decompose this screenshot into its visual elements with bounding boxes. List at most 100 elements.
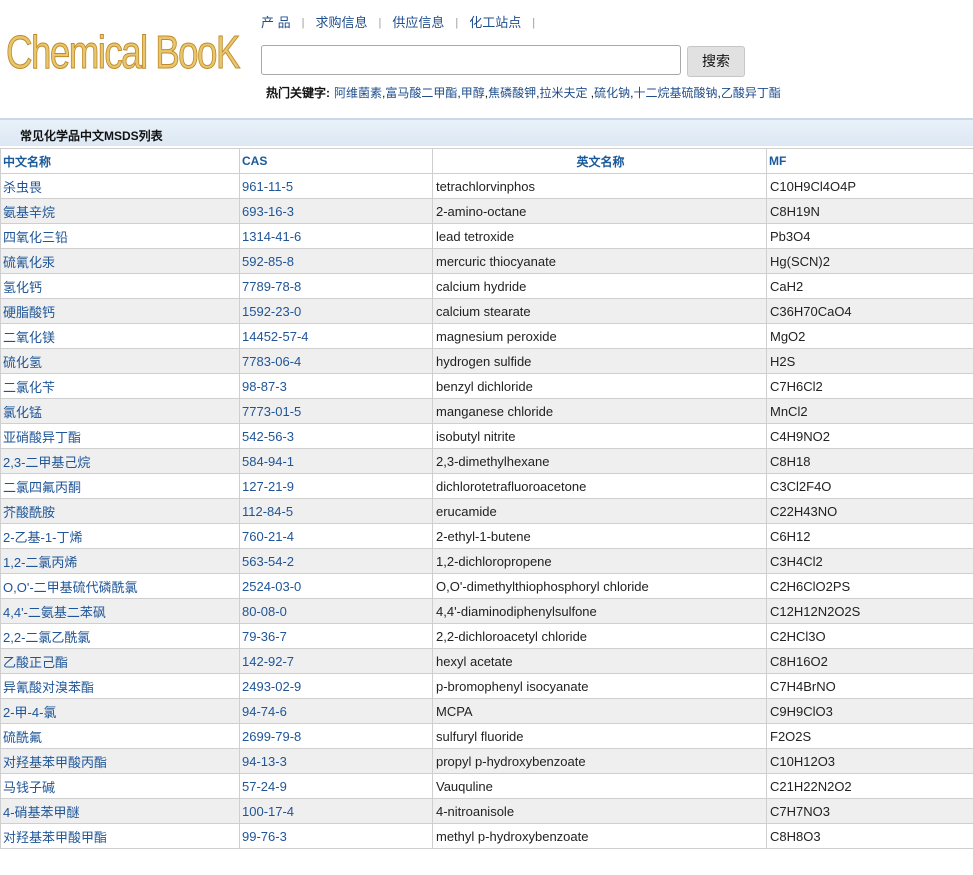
cas-cell[interactable]: 127-21-9 [239,473,433,499]
cas-cell[interactable]: 99-76-3 [239,823,433,849]
cas-cell[interactable]: 961-11-5 [239,173,433,199]
table-row: 四氧化三铅 1314-41-6 lead tetroxide Pb3O4 [0,223,973,249]
cas-cell[interactable]: 14452-57-4 [239,323,433,349]
cas-cell[interactable]: 2524-03-0 [239,573,433,599]
cas-cell[interactable]: 1314-41-6 [239,223,433,249]
cas-cell[interactable]: 563-54-2 [239,548,433,574]
mf-cell: MgO2 [766,323,973,349]
chinese-name-cell[interactable]: 硬脂酸钙 [0,298,240,324]
hot-keywords-label: 热门关键字: [266,86,330,100]
chemicalbook-logo[interactable]: Chemical BooK [6,24,241,80]
english-name-cell: 2,2-dichloroacetyl chloride [432,623,767,649]
table-row: 2,2-二氯乙酰氯 79-36-7 2,2-dichloroacetyl chlor… [0,623,973,649]
hot-keyword-link[interactable]: 十二烷基硫酸钠 [633,86,717,100]
nav-separator: | [532,17,536,29]
table-header-row: 中文名称 CAS 英文名称 MF [0,148,973,174]
chinese-name-cell[interactable]: 4,4'-二氨基二苯砜 [0,598,240,624]
table-row: O,O'-二甲基硫代磷酰氯 2524-03-0 O,O'-dimethylthiop… [0,573,973,599]
cas-cell[interactable]: 542-56-3 [239,423,433,449]
mf-cell: H2S [766,348,973,374]
cas-cell[interactable]: 94-74-6 [239,698,433,724]
english-name-cell: 4-nitroanisole [432,798,767,824]
chinese-name-cell[interactable]: 对羟基苯甲酸甲酯 [0,823,240,849]
cas-cell[interactable]: 760-21-4 [239,523,433,549]
table-row: 2-乙基-1-丁烯 760-21-4 2-ethyl-1-butene C6H12 [0,523,973,549]
cas-cell[interactable]: 1592-23-0 [239,298,433,324]
cas-cell[interactable]: 100-17-4 [239,798,433,824]
chinese-name-cell[interactable]: O,O'-二甲基硫代磷酰氯 [0,573,240,599]
chinese-name-cell[interactable]: 2-甲-4-氯 [0,698,240,724]
chinese-name-cell[interactable]: 二氯化苄 [0,373,240,399]
english-name-cell: 2,3-dimethylhexane [432,448,767,474]
site-header: Chemical BooK 产 品 | 求购信息 | 供应信息 | 化工站点 |… [0,0,973,118]
mf-cell: C8H19N [766,198,973,224]
chinese-name-cell[interactable]: 亚硝酸异丁酯 [0,423,240,449]
cas-cell[interactable]: 584-94-1 [239,448,433,474]
cas-cell[interactable]: 693-16-3 [239,198,433,224]
chinese-name-cell[interactable]: 杀虫畏 [0,173,240,199]
hot-keyword-link[interactable]: 硫化钠 [594,86,630,100]
chinese-name-cell[interactable]: 芥酸酰胺 [0,498,240,524]
chinese-name-cell[interactable]: 硫化氢 [0,348,240,374]
cas-cell[interactable]: 112-84-5 [239,498,433,524]
cas-cell[interactable]: 57-24-9 [239,773,433,799]
hot-keyword-link[interactable]: 阿维菌素 [334,86,382,100]
chinese-name-cell[interactable]: 马钱子碱 [0,773,240,799]
search-input[interactable] [261,45,681,75]
chinese-name-cell[interactable]: 异氰酸对溴苯酯 [0,673,240,699]
mf-cell: MnCl2 [766,398,973,424]
mf-cell: C12H12N2O2S [766,598,973,624]
mf-cell: C10H12O3 [766,748,973,774]
chinese-name-cell[interactable]: 四氧化三铅 [0,223,240,249]
chinese-name-cell[interactable]: 二氧化镁 [0,323,240,349]
mf-cell: Pb3O4 [766,223,973,249]
chinese-name-cell[interactable]: 2,2-二氯乙酰氯 [0,623,240,649]
hot-keyword-link[interactable]: 甲醇 [461,86,485,100]
chinese-name-cell[interactable]: 氨基辛烷 [0,198,240,224]
mf-cell: C8H16O2 [766,648,973,674]
mf-cell: C4H9NO2 [766,423,973,449]
cas-cell[interactable]: 98-87-3 [239,373,433,399]
english-name-cell: hydrogen sulfide [432,348,767,374]
nav-link-chemical-sites[interactable]: 化工站点 [458,12,532,31]
cas-cell[interactable]: 142-92-7 [239,648,433,674]
hot-keyword-link[interactable]: 富马酸二甲酯 [385,86,457,100]
chinese-name-cell[interactable]: 硫氰化汞 [0,248,240,274]
cas-cell[interactable]: 592-85-8 [239,248,433,274]
mf-cell: C10H9Cl4O4P [766,173,973,199]
cas-cell[interactable]: 7783-06-4 [239,348,433,374]
chinese-name-cell[interactable]: 对羟基苯甲酸丙酯 [0,748,240,774]
nav-link-products[interactable]: 产 品 [250,12,302,31]
nav-link-supply-info[interactable]: 供应信息 [381,12,455,31]
cas-cell[interactable]: 2493-02-9 [239,673,433,699]
chinese-name-cell[interactable]: 二氯四氟丙酮 [0,473,240,499]
table-row: 氯化锰 7773-01-5 manganese chloride MnCl2 [0,398,973,424]
chinese-name-cell[interactable]: 2-乙基-1-丁烯 [0,523,240,549]
cas-cell[interactable]: 2699-79-8 [239,723,433,749]
nav-link-buy-info[interactable]: 求购信息 [304,12,378,31]
mf-cell: C8H8O3 [766,823,973,849]
table-row: 4-硝基苯甲醚 100-17-4 4-nitroanisole C7H7NO3 [0,798,973,824]
cas-cell[interactable]: 94-13-3 [239,748,433,774]
english-name-cell: dichlorotetrafluoroacetone [432,473,767,499]
hot-keyword-link[interactable]: 乙酸异丁酯 [721,86,781,100]
english-name-cell: 2-ethyl-1-butene [432,523,767,549]
english-name-cell: O,O'-dimethylthiophosphoryl chloride [432,573,767,599]
cas-cell[interactable]: 79-36-7 [239,623,433,649]
cas-cell[interactable]: 7789-78-8 [239,273,433,299]
hot-keyword-link[interactable]: 拉米夫定 [539,86,590,100]
chinese-name-cell[interactable]: 乙酸正己酯 [0,648,240,674]
chinese-name-cell[interactable]: 4-硝基苯甲醚 [0,798,240,824]
chinese-name-cell[interactable]: 氢化钙 [0,273,240,299]
search-button[interactable]: 搜索 [687,46,745,77]
chinese-name-cell[interactable]: 2,3-二甲基己烷 [0,448,240,474]
hot-keyword-link[interactable]: 焦磷酸钾 [488,86,536,100]
table-row: 氨基辛烷 693-16-3 2-amino-octane C8H19N [0,198,973,224]
cas-cell[interactable]: 7773-01-5 [239,398,433,424]
english-name-cell: p-bromophenyl isocyanate [432,673,767,699]
cas-cell[interactable]: 80-08-0 [239,598,433,624]
msds-table-body: 杀虫畏 961-11-5 tetrachlorvinphos C10H9Cl4O4P 氨… [0,173,973,849]
chinese-name-cell[interactable]: 1,2-二氯丙烯 [0,548,240,574]
chinese-name-cell[interactable]: 硫酰氟 [0,723,240,749]
chinese-name-cell[interactable]: 氯化锰 [0,398,240,424]
